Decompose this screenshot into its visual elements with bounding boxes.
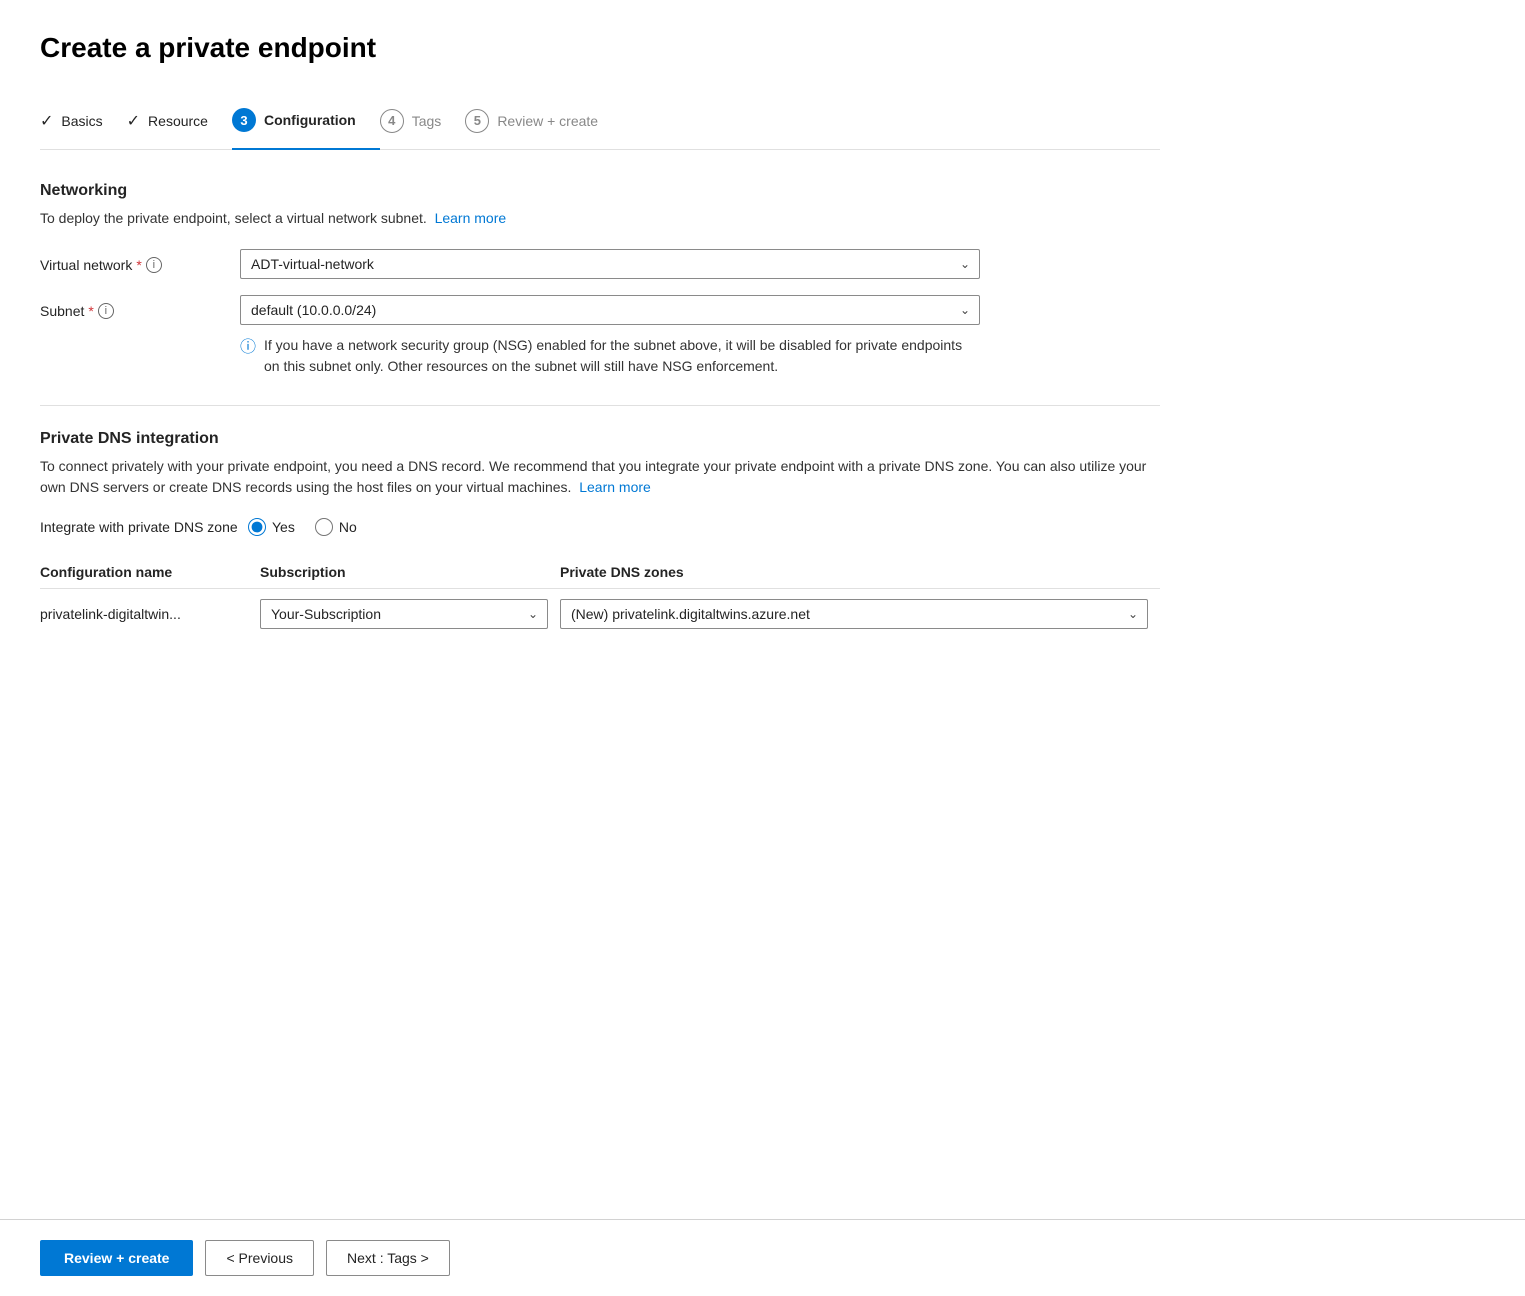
col-dns-zones: Private DNS zones: [560, 556, 1160, 589]
subscription-dropdown-wrapper: Your-Subscription ⌄: [260, 599, 548, 629]
dns-yes-radio[interactable]: [248, 518, 266, 536]
virtual-network-dropdown-wrap: ADT-virtual-network ⌄: [240, 249, 980, 279]
page-title: Create a private endpoint: [40, 32, 1160, 64]
wizard-step-configuration[interactable]: 3 Configuration: [232, 96, 380, 150]
virtual-network-info-icon[interactable]: i: [146, 257, 162, 273]
wizard-step-review[interactable]: 5 Review + create: [465, 97, 622, 149]
dns-integrate-row: Integrate with private DNS zone Yes No: [40, 518, 1160, 536]
config-name-cell: privatelink-digitaltwin...: [40, 589, 260, 640]
dns-learn-more[interactable]: Learn more: [579, 479, 651, 495]
networking-learn-more[interactable]: Learn more: [435, 210, 507, 226]
subnet-label: Subnet * i: [40, 295, 240, 319]
wizard-step-basics[interactable]: ✓ Basics: [40, 99, 127, 147]
required-star: *: [136, 257, 141, 273]
step-configuration-label: Configuration: [264, 112, 356, 128]
networking-desc: To deploy the private endpoint, select a…: [40, 208, 1160, 229]
previous-button[interactable]: < Previous: [205, 1240, 314, 1276]
dns-integrate-label: Integrate with private DNS zone: [40, 519, 240, 535]
subnet-dropdown-wrapper: default (10.0.0.0/24) ⌄: [240, 295, 980, 325]
dns-zone-dropdown-wrapper: (New) privatelink.digitaltwins.azure.net…: [560, 599, 1148, 629]
dns-zone-cell: (New) privatelink.digitaltwins.azure.net…: [560, 589, 1160, 640]
info-circle-icon: ⓘ: [240, 336, 256, 360]
dns-section: Private DNS integration To connect priva…: [40, 430, 1160, 639]
dns-no-radio[interactable]: [315, 518, 333, 536]
wizard-step-resource[interactable]: ✓ Resource: [127, 99, 232, 147]
step-basics-label: Basics: [61, 113, 102, 129]
subnet-row: Subnet * i default (10.0.0.0/24) ⌄ ⓘ If …: [40, 295, 1160, 377]
wizard-steps: ✓ Basics ✓ Resource 3 Configuration 4 Ta…: [40, 96, 1160, 150]
virtual-network-label: Virtual network * i: [40, 249, 240, 273]
dns-section-title: Private DNS integration: [40, 430, 1160, 448]
dns-no-option[interactable]: No: [315, 518, 357, 536]
checkmark-icon: ✓: [127, 111, 140, 131]
subnet-dropdown[interactable]: default (10.0.0.0/24): [240, 295, 980, 325]
dns-table-header: Configuration name Subscription Private …: [40, 556, 1160, 589]
virtual-network-row: Virtual network * i ADT-virtual-network …: [40, 249, 1160, 279]
step-resource-label: Resource: [148, 113, 208, 129]
subscription-dropdown[interactable]: Your-Subscription: [260, 599, 548, 629]
wizard-step-tags[interactable]: 4 Tags: [380, 97, 466, 149]
networking-section: Networking To deploy the private endpoin…: [40, 182, 1160, 377]
dns-section-desc: To connect privately with your private e…: [40, 456, 1160, 498]
col-config-name: Configuration name: [40, 556, 260, 589]
networking-title: Networking: [40, 182, 1160, 200]
subnet-dropdown-wrap: default (10.0.0.0/24) ⌄ ⓘ If you have a …: [240, 295, 980, 377]
step-number-3: 3: [232, 108, 256, 132]
nsg-info-box: ⓘ If you have a network security group (…: [240, 335, 980, 377]
col-subscription: Subscription: [260, 556, 560, 589]
step-tags-label: Tags: [412, 113, 442, 129]
required-star-subnet: *: [88, 303, 93, 319]
dns-yes-option[interactable]: Yes: [248, 518, 295, 536]
dns-no-label: No: [339, 519, 357, 535]
step-number-5: 5: [465, 109, 489, 133]
dns-zone-dropdown[interactable]: (New) privatelink.digitaltwins.azure.net: [560, 599, 1148, 629]
step-number-4: 4: [380, 109, 404, 133]
next-button[interactable]: Next : Tags >: [326, 1240, 450, 1276]
dns-radio-options: Yes No: [248, 518, 357, 536]
virtual-network-dropdown-wrapper: ADT-virtual-network ⌄: [240, 249, 980, 279]
virtual-network-dropdown[interactable]: ADT-virtual-network: [240, 249, 980, 279]
nsg-info-text: If you have a network security group (NS…: [264, 335, 980, 377]
subnet-info-icon[interactable]: i: [98, 303, 114, 319]
dns-yes-label: Yes: [272, 519, 295, 535]
table-row: privatelink-digitaltwin... Your-Subscrip…: [40, 589, 1160, 640]
bottom-bar: Review + create < Previous Next : Tags >: [0, 1219, 1525, 1296]
checkmark-icon: ✓: [40, 111, 53, 131]
subscription-cell: Your-Subscription ⌄: [260, 589, 560, 640]
step-review-label: Review + create: [497, 113, 598, 129]
review-create-button[interactable]: Review + create: [40, 1240, 193, 1276]
section-divider-1: [40, 405, 1160, 406]
dns-table: Configuration name Subscription Private …: [40, 556, 1160, 639]
